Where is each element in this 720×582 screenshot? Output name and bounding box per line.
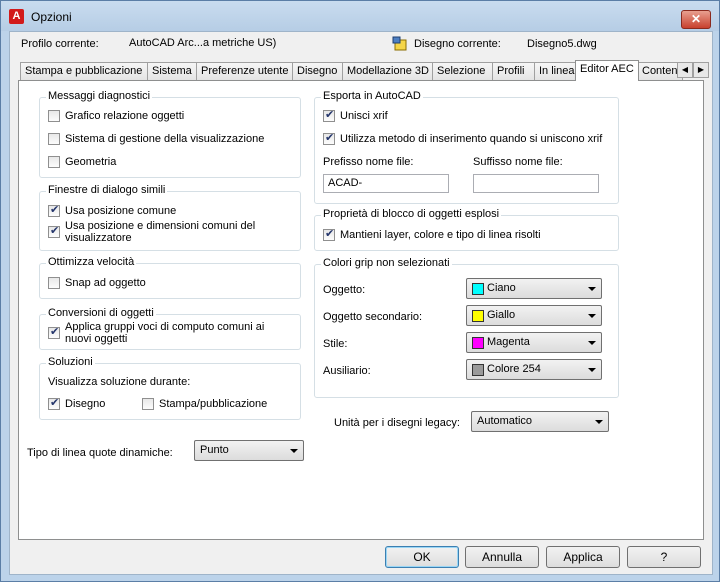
window-title: Opzioni xyxy=(31,10,72,24)
speed-group-title: Ottimizza velocità xyxy=(46,256,137,268)
autocad-logo-icon: A xyxy=(9,9,24,24)
grip-style-color-select[interactable]: Magenta xyxy=(466,332,602,353)
solutions-subtitle: Visualizza soluzione durante: xyxy=(48,376,191,388)
maintain-resolved-props-checkbox[interactable] xyxy=(323,227,335,241)
solutions-plot-publish-label: Stampa/pubblicazione xyxy=(159,398,268,410)
dyn-linetype-label: Tipo di linea quote dinamiche: xyxy=(27,447,173,459)
object-snap-checkbox[interactable] xyxy=(48,277,60,289)
chevron-down-icon xyxy=(595,420,603,424)
tab-selezione[interactable]: Selezione xyxy=(432,62,493,80)
dyn-linetype-select[interactable]: Punto xyxy=(194,440,304,461)
grip-object-color-value: Ciano xyxy=(487,282,516,294)
conversions-group-title: Conversioni di oggetti xyxy=(46,307,156,319)
grip-auxiliary-color-select[interactable]: Colore 254 xyxy=(466,359,602,380)
insert-method-checkbox[interactable] xyxy=(323,131,335,145)
grip-subobject-label: Oggetto secondario: xyxy=(323,311,423,323)
grip-colors-group: Colori grip non selezionati Oggetto: Cia… xyxy=(314,257,619,398)
export-group-title: Esporta in AutoCAD xyxy=(321,90,423,102)
current-drawing-label: Disegno corrente: xyxy=(414,38,501,50)
chevron-down-icon xyxy=(290,449,298,453)
chevron-down-icon xyxy=(588,314,596,318)
maintain-resolved-props-label: Mantieni layer, colore e tipo di linea r… xyxy=(340,229,541,241)
common-position-checkbox[interactable] xyxy=(48,203,60,217)
dyn-linetype-value: Punto xyxy=(200,444,229,456)
gray-swatch xyxy=(472,364,484,376)
file-prefix-input[interactable]: ACAD- xyxy=(323,174,449,193)
geometry-checkbox[interactable] xyxy=(48,156,60,168)
grip-object-label: Oggetto: xyxy=(323,284,366,296)
close-button[interactable]: ✕ xyxy=(681,10,711,29)
common-position-label: Usa posizione comune xyxy=(65,205,177,217)
grip-subobject-color-value: Giallo xyxy=(487,309,516,321)
solutions-plot-publish-checkbox[interactable] xyxy=(142,398,154,410)
tab-disegno[interactable]: Disegno xyxy=(292,62,343,80)
similar-dialogs-group: Finestre di dialogo simili Usa posizione… xyxy=(39,184,301,251)
tab-stampa-pubblicazione[interactable]: Stampa e pubblicazione xyxy=(20,62,148,80)
tab-preferenze-utente[interactable]: Preferenze utente xyxy=(196,62,293,80)
options-dialog: A Opzioni ✕ Profilo corrente: AutoCAD Ar… xyxy=(0,0,720,582)
yellow-swatch xyxy=(472,310,484,322)
tab-sistema[interactable]: Sistema xyxy=(147,62,197,80)
solutions-group: Soluzioni Visualizza soluzione durante: … xyxy=(39,356,301,420)
drawing-icon xyxy=(392,36,407,51)
solutions-group-title: Soluzioni xyxy=(46,356,95,368)
object-relation-graph-label: Grafico relazione oggetti xyxy=(65,110,185,122)
chevron-down-icon xyxy=(588,287,596,291)
help-button[interactable]: ? xyxy=(627,546,701,568)
current-profile-label: Profilo corrente: xyxy=(21,38,99,50)
export-group: Esporta in AutoCAD Unisci xrif Utilizza … xyxy=(314,90,619,204)
file-suffix-label: Suffisso nome file: xyxy=(473,156,563,168)
file-prefix-label: Prefisso nome file: xyxy=(323,156,414,168)
display-system-checkbox[interactable] xyxy=(48,133,60,145)
editor-aec-panel: Messaggi diagnostici Grafico relazione o… xyxy=(18,80,704,540)
title-bar[interactable]: A Opzioni ✕ xyxy=(1,1,719,31)
diagnostics-group: Messaggi diagnostici Grafico relazione o… xyxy=(39,90,301,178)
common-position-size-label: Usa posizione e dimensioni comuni del vi… xyxy=(65,220,256,244)
conversions-group: Conversioni di oggetti Applica gruppi vo… xyxy=(39,307,301,350)
chevron-down-icon xyxy=(588,341,596,345)
apply-list-groups-label: Applica gruppi voci di computo comuni ai… xyxy=(65,321,265,345)
tab-editor-aec[interactable]: Editor AEC xyxy=(575,60,639,81)
magenta-swatch xyxy=(472,337,484,349)
similar-dialogs-group-title: Finestre di dialogo simili xyxy=(46,184,168,196)
grip-auxiliary-color-value: Colore 254 xyxy=(487,363,541,375)
cyan-swatch xyxy=(472,283,484,295)
grip-subobject-color-select[interactable]: Giallo xyxy=(466,305,602,326)
exploded-block-group: Proprietà di blocco di oggetti esplosi M… xyxy=(314,208,619,251)
file-suffix-input[interactable] xyxy=(473,174,599,193)
apply-list-groups-checkbox[interactable] xyxy=(48,325,60,339)
bind-xref-label: Unisci xrif xyxy=(340,110,388,122)
solutions-drawing-label: Disegno xyxy=(65,398,106,410)
object-snap-label: Snap ad oggetto xyxy=(65,277,146,289)
tab-profili[interactable]: Profili xyxy=(492,62,535,80)
current-drawing-value: Disegno5.dwg xyxy=(527,38,597,50)
tab-modellazione-3d[interactable]: Modellazione 3D xyxy=(342,62,433,80)
apply-button[interactable]: Applica xyxy=(546,546,620,568)
chevron-down-icon xyxy=(588,368,596,372)
cancel-button[interactable]: Annulla xyxy=(465,546,539,568)
display-system-label: Sistema di gestione della visualizzazion… xyxy=(65,133,265,145)
dialog-client-area: Profilo corrente: AutoCAD Arc...a metric… xyxy=(9,31,713,575)
solutions-drawing-checkbox[interactable] xyxy=(48,396,60,410)
grip-style-color-value: Magenta xyxy=(487,336,530,348)
object-relation-graph-checkbox[interactable] xyxy=(48,110,60,122)
exploded-block-group-title: Proprietà di blocco di oggetti esplosi xyxy=(321,208,502,220)
bind-xref-checkbox[interactable] xyxy=(323,108,335,122)
diagnostics-group-title: Messaggi diagnostici xyxy=(46,90,153,102)
current-profile-value: AutoCAD Arc...a metriche US) xyxy=(129,37,277,49)
legacy-units-select[interactable]: Automatico xyxy=(471,411,609,432)
tab-scroll-right-icon[interactable]: ▶ xyxy=(693,62,709,78)
legacy-units-label: Unità per i disegni legacy: xyxy=(334,417,460,429)
ok-button[interactable]: OK xyxy=(385,546,459,568)
insert-method-label: Utilizza metodo di inserimento quando si… xyxy=(340,133,603,145)
tab-scroll-left-icon[interactable]: ◀ xyxy=(677,62,693,78)
grip-colors-group-title: Colori grip non selezionati xyxy=(321,257,452,269)
grip-style-label: Stile: xyxy=(323,338,348,350)
grip-auxiliary-label: Ausiliario: xyxy=(323,365,371,377)
speed-group: Ottimizza velocità Snap ad oggetto xyxy=(39,256,301,299)
grip-object-color-select[interactable]: Ciano xyxy=(466,278,602,299)
legacy-units-value: Automatico xyxy=(477,415,533,427)
geometry-label: Geometria xyxy=(65,156,117,168)
common-position-size-checkbox[interactable] xyxy=(48,224,60,238)
